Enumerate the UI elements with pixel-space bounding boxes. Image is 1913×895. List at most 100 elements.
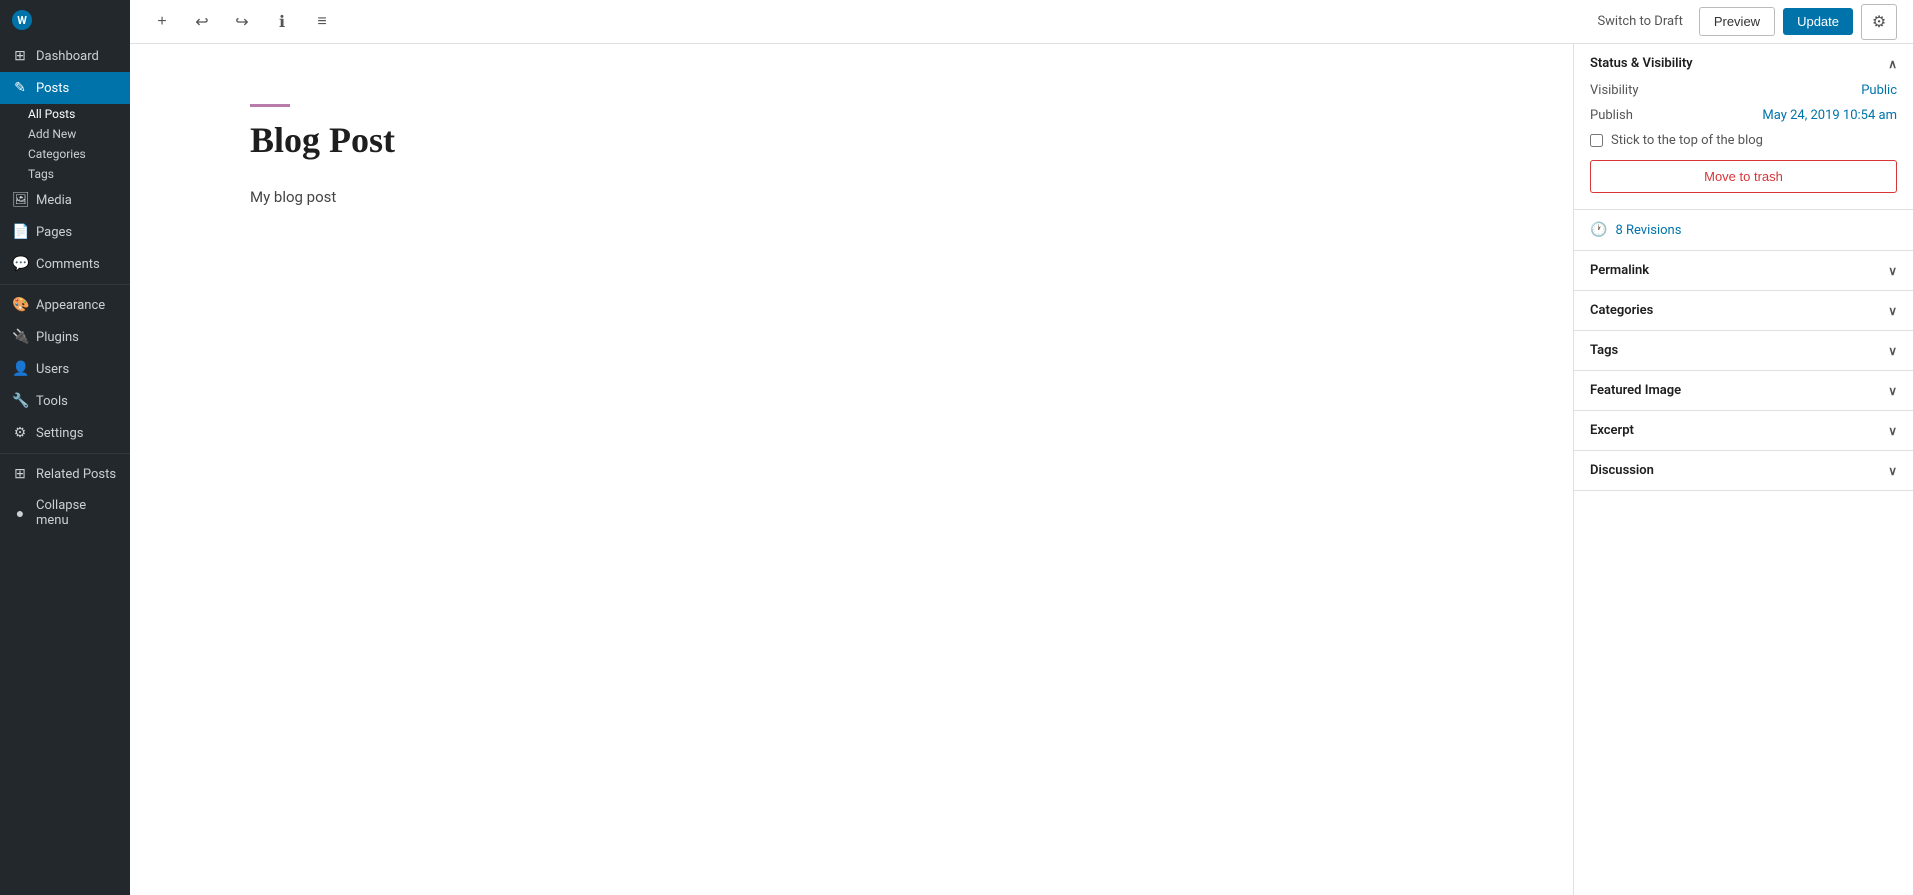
discussion-header[interactable]: Discussion ∨: [1574, 451, 1913, 490]
featured-image-section: Featured Image ∨: [1574, 371, 1913, 411]
sidebar-item-settings[interactable]: ⚙ Settings: [0, 417, 130, 449]
sidebar-item-label: Tools: [36, 394, 68, 409]
status-visibility-title: Status & Visibility: [1590, 56, 1693, 71]
status-visibility-body: Visibility Public Publish May 24, 2019 1…: [1574, 83, 1913, 209]
categories-title: Categories: [1590, 303, 1653, 318]
sidebar-item-posts[interactable]: ✎ Posts: [0, 72, 130, 104]
sidebar-item-label: Appearance: [36, 298, 105, 313]
chevron-down-icon-3: ∨: [1888, 344, 1897, 358]
undo-icon: ↩: [195, 12, 208, 32]
chevron-up-icon: ∧: [1888, 57, 1897, 71]
chevron-down-icon-6: ∨: [1888, 464, 1897, 478]
publish-value[interactable]: May 24, 2019 10:54 am: [1762, 108, 1897, 123]
categories-section: Categories ∨: [1574, 291, 1913, 331]
sidebar-item-dashboard[interactable]: ⊞ Dashboard: [0, 40, 130, 72]
menu-icon: ≡: [317, 13, 326, 31]
sidebar-item-label: Plugins: [36, 330, 79, 345]
sidebar-item-label: Pages: [36, 225, 72, 240]
gear-icon: ⚙: [1872, 12, 1886, 32]
chevron-down-icon-5: ∨: [1888, 424, 1897, 438]
excerpt-section: Excerpt ∨: [1574, 411, 1913, 451]
stick-to-top-row: Stick to the top of the blog: [1590, 133, 1897, 148]
sidebar-item-plugins[interactable]: 🔌 Plugins: [0, 321, 130, 353]
preview-button[interactable]: Preview: [1699, 7, 1775, 36]
add-button[interactable]: +: [146, 6, 178, 38]
stick-to-top-label: Stick to the top of the blog: [1611, 133, 1763, 148]
sidebar-divider: [0, 284, 130, 285]
move-to-trash-button[interactable]: Move to trash: [1590, 160, 1897, 193]
featured-image-header[interactable]: Featured Image ∨: [1574, 371, 1913, 410]
featured-image-title: Featured Image: [1590, 383, 1681, 398]
sidebar-item-media[interactable]: 🖼 Media: [0, 184, 130, 216]
sidebar-item-pages[interactable]: 📄 Pages: [0, 216, 130, 248]
sidebar-sub-tags[interactable]: Tags: [0, 164, 130, 184]
sidebar-item-label: Comments: [36, 257, 100, 272]
users-icon: 👤: [12, 361, 28, 377]
add-icon: +: [157, 13, 166, 31]
sidebar-item-label: Collapse menu: [36, 498, 118, 528]
permalink-title: Permalink: [1590, 263, 1649, 278]
publish-row: Publish May 24, 2019 10:54 am: [1590, 108, 1897, 123]
media-icon: 🖼: [12, 192, 28, 208]
post-title-bar: [250, 104, 290, 107]
info-button[interactable]: ℹ: [266, 6, 298, 38]
update-button[interactable]: Update: [1783, 8, 1853, 35]
panel-body: Status & Visibility ∧ Visibility Public …: [1574, 44, 1913, 895]
tags-header[interactable]: Tags ∨: [1574, 331, 1913, 370]
sidebar-sub-categories[interactable]: Categories: [0, 144, 130, 164]
appearance-icon: 🎨: [12, 297, 28, 313]
discussion-section: Discussion ∨: [1574, 451, 1913, 491]
post-content[interactable]: My blog post: [250, 185, 1453, 209]
right-panel: Document Block ✕ Status & Visibility ∧ V…: [1573, 0, 1913, 895]
redo-icon: ↪: [235, 12, 248, 32]
sidebar-item-label: Posts: [36, 81, 69, 96]
topbar: + ↩ ↪ ℹ ≡ Switch to Draft Preview Update…: [130, 0, 1913, 44]
info-icon: ℹ: [279, 12, 285, 32]
sidebar-item-label: Dashboard: [36, 49, 99, 64]
visibility-label: Visibility: [1590, 83, 1639, 98]
comments-icon: 💬: [12, 256, 28, 272]
categories-header[interactable]: Categories ∨: [1574, 291, 1913, 330]
settings-gear-button[interactable]: ⚙: [1861, 4, 1897, 40]
related-posts-icon: ⊞: [12, 466, 28, 482]
sidebar-item-label: Users: [36, 362, 69, 377]
chevron-down-icon-2: ∨: [1888, 304, 1897, 318]
post-title[interactable]: Blog Post: [250, 119, 1453, 161]
collapse-icon: ●: [12, 505, 28, 522]
revisions-link[interactable]: 8 Revisions: [1615, 223, 1681, 238]
topbar-right: Switch to Draft Preview Update ⚙: [1589, 4, 1897, 40]
sidebar-sub-add-new[interactable]: Add New: [0, 124, 130, 144]
discussion-title: Discussion: [1590, 463, 1654, 478]
tools-icon: 🔧: [12, 393, 28, 409]
posts-icon: ✎: [12, 80, 28, 96]
sidebar: W ⊞ Dashboard ✎ Posts All Posts Add New …: [0, 0, 130, 895]
excerpt-header[interactable]: Excerpt ∨: [1574, 411, 1913, 450]
excerpt-title: Excerpt: [1590, 423, 1634, 438]
chevron-down-icon: ∨: [1888, 264, 1897, 278]
menu-button[interactable]: ≡: [306, 6, 338, 38]
permalink-header[interactable]: Permalink ∨: [1574, 251, 1913, 290]
sidebar-logo: W: [0, 0, 130, 40]
sidebar-item-appearance[interactable]: 🎨 Appearance: [0, 289, 130, 321]
visibility-value[interactable]: Public: [1861, 83, 1897, 98]
redo-button[interactable]: ↪: [226, 6, 258, 38]
sidebar-item-label: Related Posts: [36, 467, 116, 482]
stick-to-top-checkbox[interactable]: [1590, 134, 1603, 147]
sidebar-item-users[interactable]: 👤 Users: [0, 353, 130, 385]
visibility-row: Visibility Public: [1590, 83, 1897, 98]
sidebar-item-collapse[interactable]: ● Collapse menu: [0, 490, 130, 536]
permalink-section: Permalink ∨: [1574, 251, 1913, 291]
tags-title: Tags: [1590, 343, 1618, 358]
sidebar-item-tools[interactable]: 🔧 Tools: [0, 385, 130, 417]
switch-to-draft-link[interactable]: Switch to Draft: [1589, 10, 1690, 33]
status-visibility-header[interactable]: Status & Visibility ∧: [1574, 44, 1913, 83]
publish-label: Publish: [1590, 108, 1633, 123]
undo-button[interactable]: ↩: [186, 6, 218, 38]
sidebar-sub-all-posts[interactable]: All Posts: [0, 104, 130, 124]
pages-icon: 📄: [12, 224, 28, 240]
settings-icon: ⚙: [12, 425, 28, 441]
sidebar-item-comments[interactable]: 💬 Comments: [0, 248, 130, 280]
sidebar-item-label: Media: [36, 193, 72, 208]
sidebar-item-related-posts[interactable]: ⊞ Related Posts: [0, 458, 130, 490]
editor-area[interactable]: Blog Post My blog post: [130, 44, 1573, 895]
